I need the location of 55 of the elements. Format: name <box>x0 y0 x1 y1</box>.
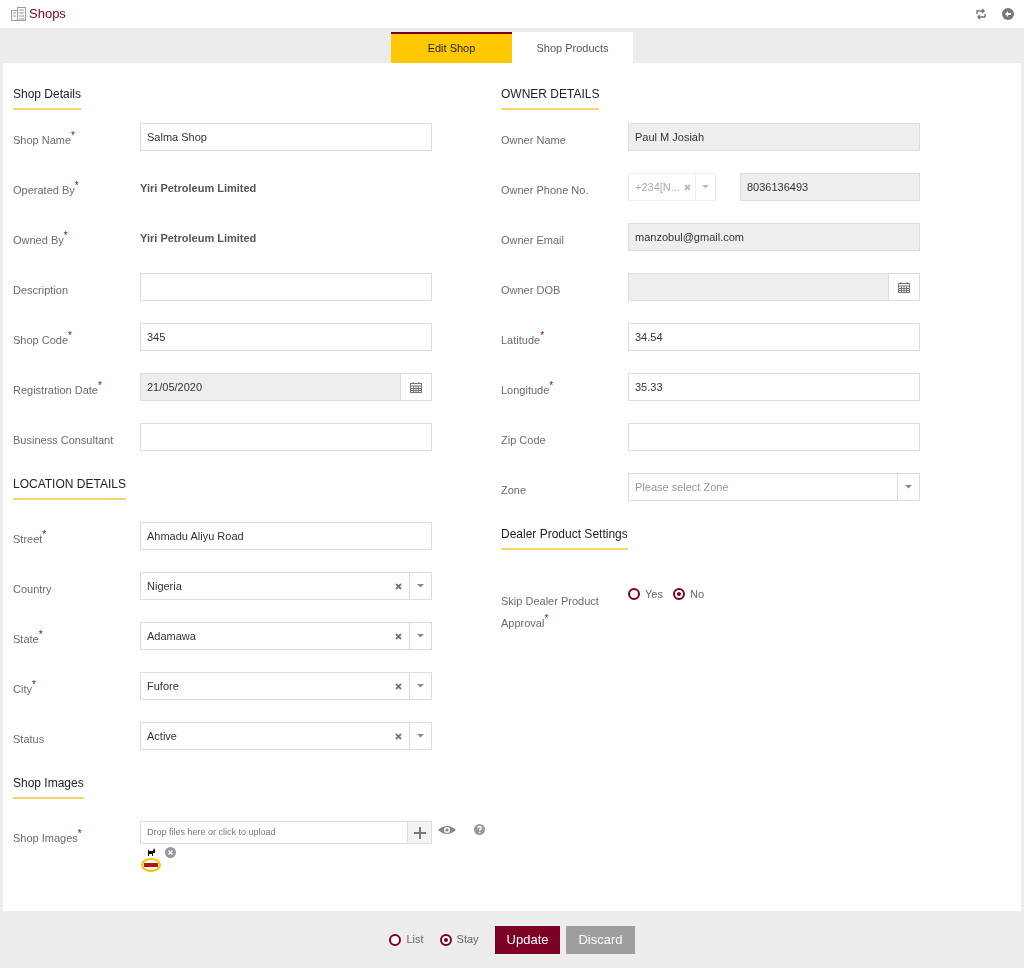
building-icon <box>10 7 27 21</box>
section-heading: Shop Details <box>13 85 82 110</box>
text-field[interactable]: Salma Shop <box>140 123 432 151</box>
radio-option[interactable]: Yes <box>628 586 663 603</box>
dropdown-field[interactable]: Nigeria <box>140 572 432 600</box>
field-value: Yiri Petroleum Limited <box>140 181 257 196</box>
clear-icon[interactable] <box>395 632 402 640</box>
refresh-icon[interactable] <box>975 8 987 20</box>
field-value: Yiri Petroleum Limited <box>140 231 257 246</box>
upload-field[interactable]: Drop files here or click to upload <box>140 821 432 844</box>
text-field[interactable]: Ahmadu Aliyu Road <box>140 522 432 550</box>
text-field[interactable] <box>140 423 432 451</box>
field-label: Owner Email <box>501 233 565 248</box>
clear-icon[interactable] <box>395 682 402 690</box>
field-label: Owner Name <box>501 133 567 148</box>
radio-option[interactable]: Stay <box>439 931 479 948</box>
section-heading: Dealer Product Settings <box>501 525 628 550</box>
caret-icon[interactable] <box>417 584 424 588</box>
eye-icon[interactable] <box>438 823 456 836</box>
field-label: Country <box>13 582 53 597</box>
logo-thumbnail-drawing <box>140 847 162 873</box>
text-field[interactable]: 35.33 <box>628 373 920 401</box>
field-label: Owner Phone No. <box>501 183 590 198</box>
clear-icon[interactable] <box>395 732 402 740</box>
tab[interactable]: Edit Shop <box>391 32 512 63</box>
field-label: Business Consultant <box>13 433 115 448</box>
remove-icon[interactable] <box>165 847 176 858</box>
section-heading: Shop Images <box>13 774 84 799</box>
clear-icon[interactable] <box>395 582 402 590</box>
caret-icon[interactable] <box>417 634 424 638</box>
field-label: Zip Code <box>501 433 547 448</box>
radio-option[interactable]: No <box>672 586 704 603</box>
section-heading: OWNER DETAILS <box>501 85 600 110</box>
radio-option[interactable]: List <box>389 931 424 948</box>
page-title: Shops <box>29 5 66 24</box>
caret-icon[interactable] <box>905 485 912 489</box>
back-icon[interactable] <box>1002 8 1014 20</box>
text-field[interactable] <box>140 273 432 301</box>
field-label: Owner DOB <box>501 283 562 298</box>
section-heading: LOCATION DETAILS <box>13 475 126 500</box>
help-icon[interactable] <box>474 824 485 835</box>
field-label: Status <box>13 732 46 747</box>
tab[interactable]: Shop Products <box>512 32 633 63</box>
caret-icon[interactable] <box>417 734 424 738</box>
field-label: Description <box>13 283 70 298</box>
plus-icon[interactable] <box>413 826 426 839</box>
field-label: Zone <box>501 483 528 498</box>
update-button[interactable]: Update <box>494 925 561 954</box>
text-field[interactable]: 34.54 <box>628 323 920 351</box>
dropdown-field[interactable]: Adamawa <box>140 622 432 650</box>
dropdown-field[interactable]: Active <box>140 722 432 750</box>
caret-icon[interactable] <box>417 684 424 688</box>
dropdown-field[interactable]: Fufore <box>140 672 432 700</box>
text-field[interactable]: 345 <box>140 323 432 351</box>
text-field[interactable] <box>628 423 920 451</box>
